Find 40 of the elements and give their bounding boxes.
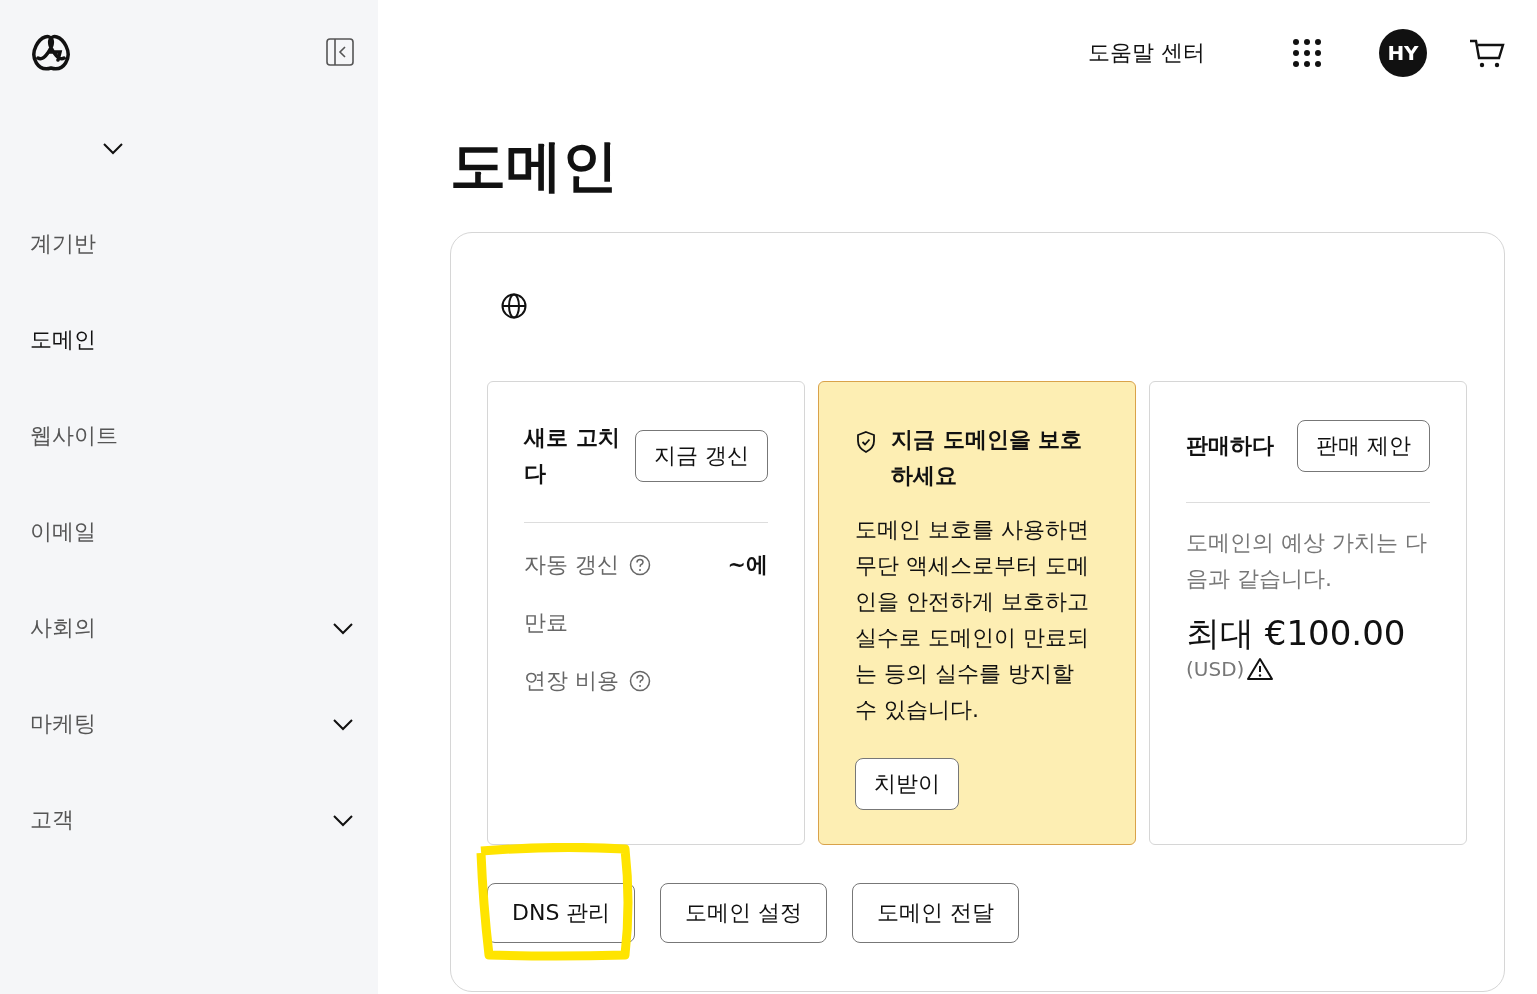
chevron-down-icon <box>332 717 354 731</box>
help-center-link[interactable]: 도움말 센터 <box>1088 38 1205 68</box>
protect-button[interactable]: 치받이 <box>855 758 959 810</box>
chevron-icon <box>102 141 124 155</box>
sidebar-item[interactable]: 사회의 <box>30 609 354 647</box>
sidebar-item[interactable]: 도메인 <box>30 321 354 359</box>
domain-action-button[interactable]: 도메인 전달 <box>852 883 1020 943</box>
cart-icon[interactable] <box>1469 38 1505 68</box>
value-description: 도메인의 예상 가치는 다음과 같습니다. <box>1186 529 1428 593</box>
logo-icon[interactable] <box>30 32 72 72</box>
shield-check-icon <box>855 430 877 454</box>
warning-icon <box>1246 657 1275 681</box>
collapse-sidebar-icon[interactable] <box>326 38 354 66</box>
row-value: ~에 <box>727 551 768 579</box>
panel-title: 판매하다 <box>1186 432 1274 460</box>
panel-title: 새로 고치다 <box>524 424 621 488</box>
domain-action-button[interactable]: DNS 관리 <box>487 883 636 943</box>
sidebar-item[interactable]: 고객 <box>30 801 354 839</box>
currency-label: (USD) <box>1186 657 1245 681</box>
chevron-down-icon <box>332 813 354 827</box>
help-icon[interactable] <box>629 670 651 692</box>
estimated-value: 최대 €100.00 <box>1186 612 1407 655</box>
page-title: 도메인 <box>450 134 619 198</box>
sidebar-item[interactable]: 계기반 <box>30 225 354 263</box>
domain-action-button[interactable]: 도메인 설정 <box>660 883 828 943</box>
chevron-down-icon <box>332 621 354 635</box>
user-avatar[interactable]: HY <box>1379 29 1427 77</box>
apps-grid-icon[interactable] <box>1293 39 1321 67</box>
sell-offer-button[interactable]: 판매 제안 <box>1297 420 1430 472</box>
panel-title: 지금 도메인을 보호하세요 <box>891 426 1084 490</box>
help-icon[interactable] <box>629 554 651 576</box>
protection-description: 도메인 보호를 사용하면 무단 액세스로부터 도메인을 안전하게 보호하고 실수로 도메인이 만료되는 등의 실수를 방지할 수 있습니다. <box>855 516 1090 724</box>
sidebar-item[interactable]: 마케팅 <box>30 705 354 743</box>
sidebar-item[interactable]: 이메일 <box>30 513 354 551</box>
renew-now-button[interactable]: 지금 갱신 <box>635 430 768 482</box>
row-label: 연장 비용 <box>524 666 651 696</box>
row-label: 만료 <box>524 609 568 637</box>
globe-icon <box>501 293 527 319</box>
row-label: 자동 갱신 <box>524 550 651 580</box>
sidebar-item[interactable]: 웹사이트 <box>30 417 354 455</box>
